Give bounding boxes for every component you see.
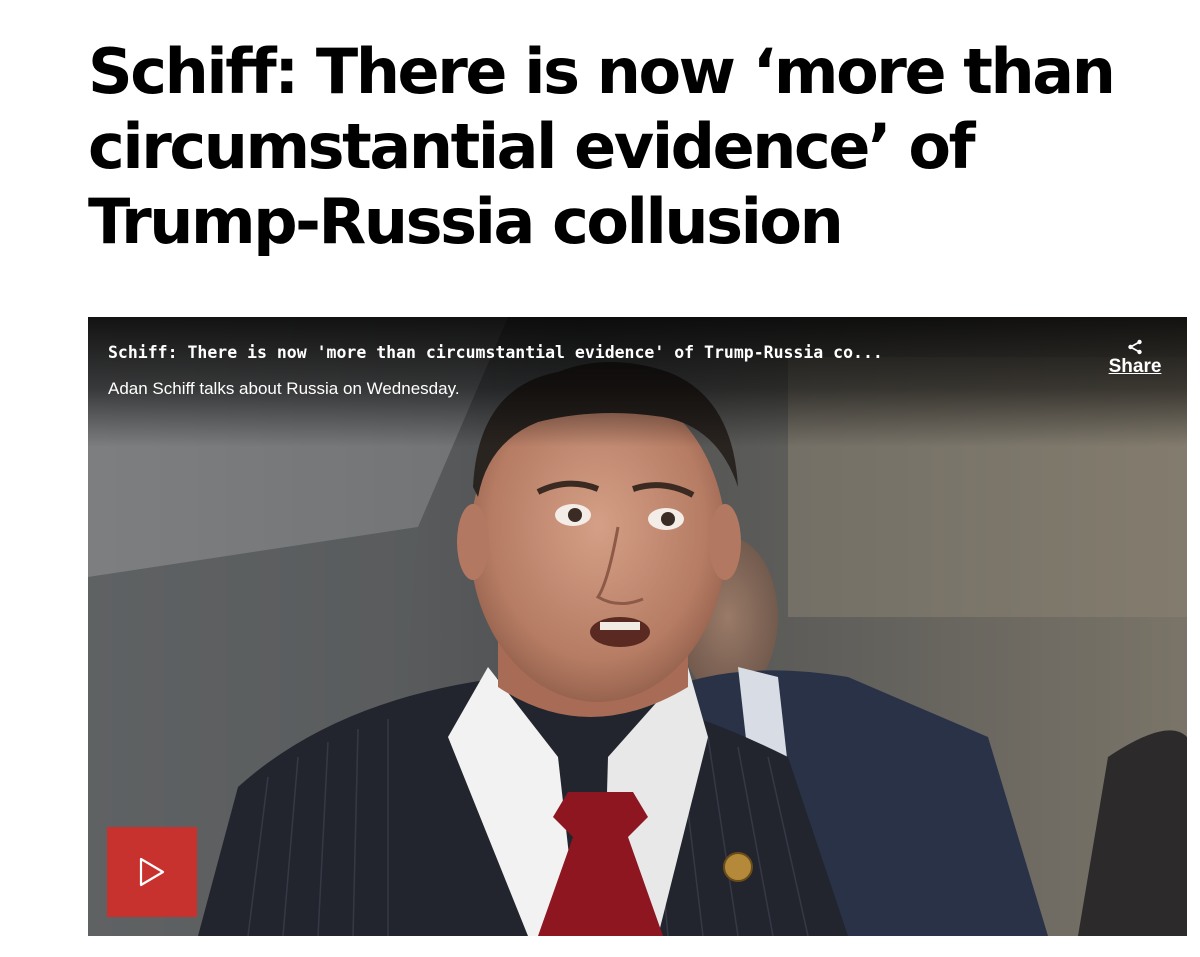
play-icon[interactable] — [138, 856, 166, 888]
share-button[interactable]: Share — [1105, 339, 1165, 378]
video-title[interactable]: Schiff: There is now 'more than circumst… — [108, 343, 1068, 363]
article-headline: Schiff: There is now ‘more than circumst… — [88, 35, 1116, 258]
share-label[interactable]: Share — [1105, 356, 1165, 378]
share-icon[interactable] — [1127, 339, 1143, 355]
article-page: Schiff: There is now ‘more than circumst… — [0, 0, 1200, 957]
play-button[interactable] — [107, 827, 197, 917]
video-caption: Adan Schiff talks about Russia on Wednes… — [108, 379, 460, 398]
video-player[interactable]: Schiff: There is now 'more than circumst… — [88, 317, 1187, 936]
